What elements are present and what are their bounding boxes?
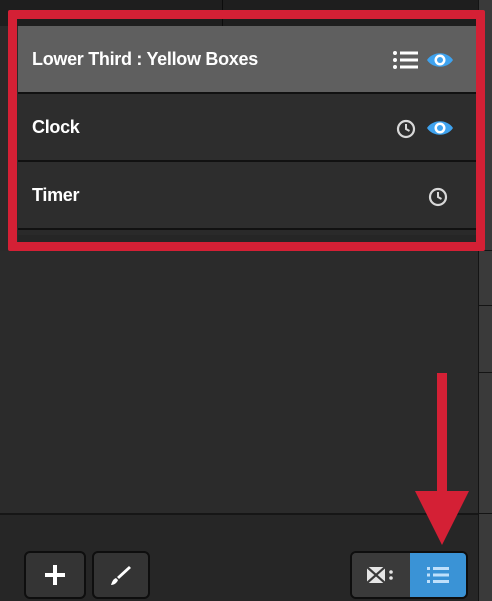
grid-view-icon xyxy=(366,566,393,584)
list-view-button[interactable] xyxy=(410,553,466,597)
add-layer-button[interactable] xyxy=(24,551,86,599)
list-view-icon xyxy=(427,567,449,583)
layers-empty-area xyxy=(0,251,478,513)
down-arrow-annotation xyxy=(415,373,469,545)
view-toggle xyxy=(350,551,468,599)
grid-view-button[interactable] xyxy=(352,553,410,597)
edit-layer-button[interactable] xyxy=(92,551,150,599)
brush-icon xyxy=(111,566,131,585)
highlight-box xyxy=(8,10,485,251)
plus-icon xyxy=(45,565,65,585)
